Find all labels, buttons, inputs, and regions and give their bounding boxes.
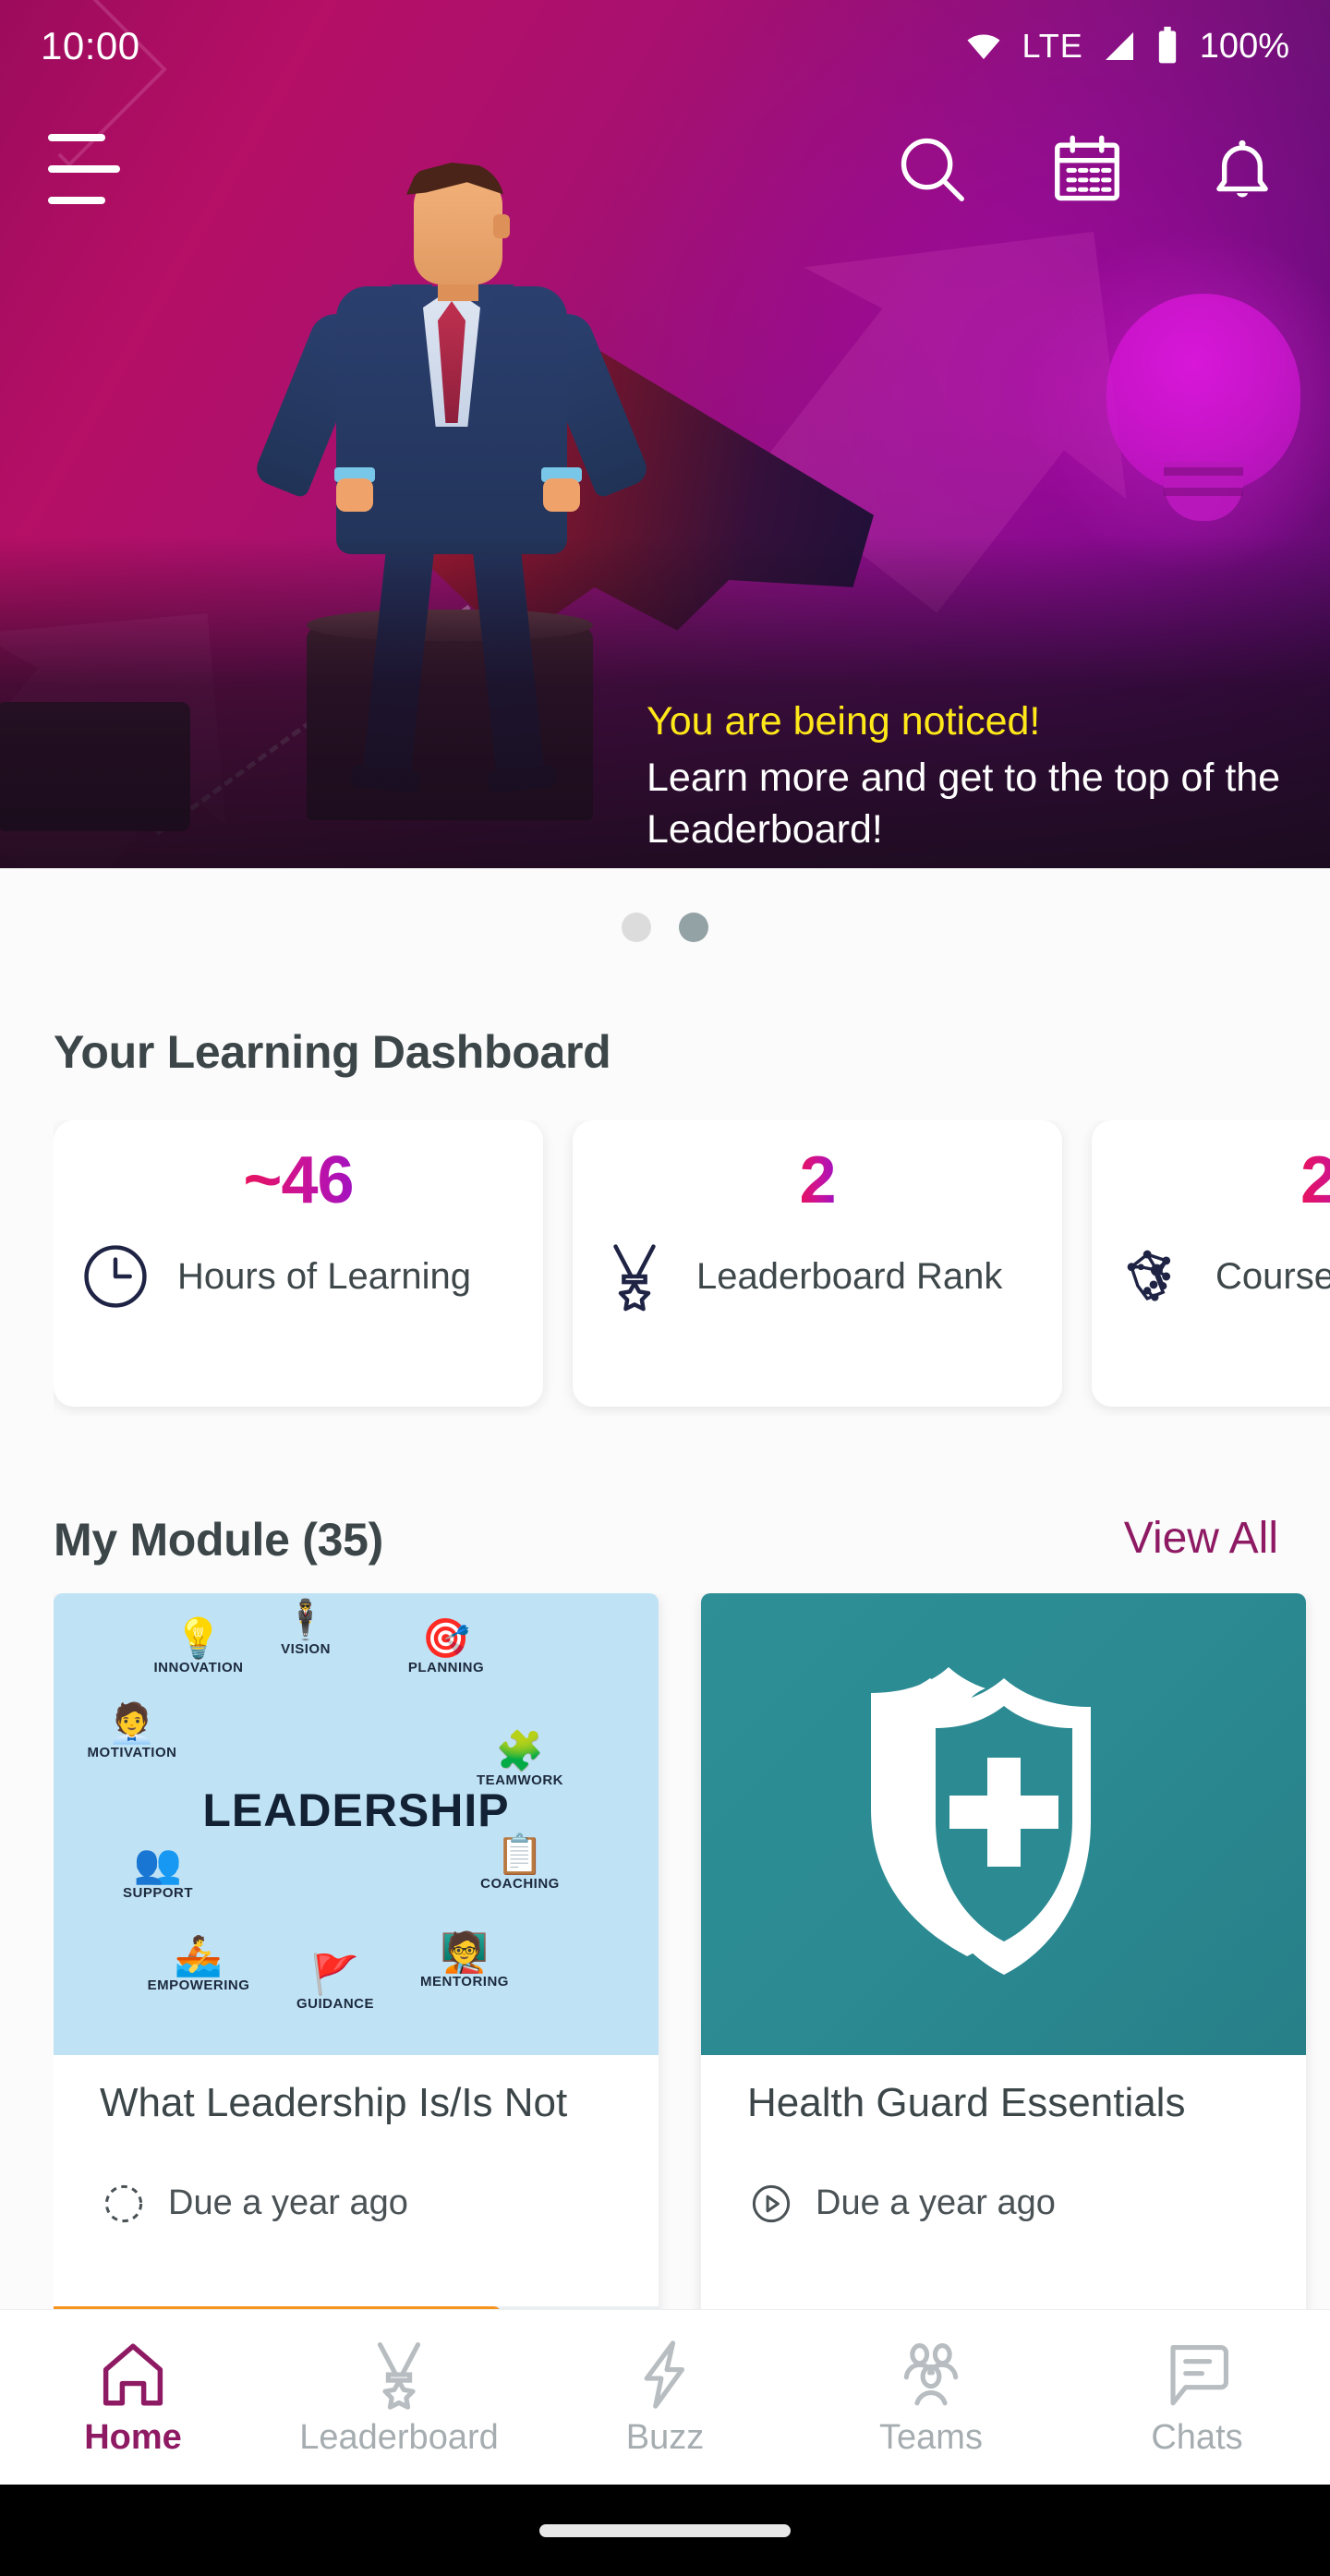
battery-icon	[1158, 26, 1176, 64]
medal-icon	[613, 1244, 656, 1312]
thumb-label: VISION	[281, 1641, 331, 1657]
thumb-center-label: LEADERSHIP	[202, 1784, 510, 1836]
wifi-icon	[967, 34, 1000, 60]
thumb-label: MOTIVATION	[87, 1745, 177, 1760]
megaphone-person-glyph: 🧑‍💼	[107, 1701, 157, 1745]
nav-label: Buzz	[625, 2418, 705, 2457]
module-title: What Leadership Is/Is Not	[100, 2080, 568, 2125]
module-title: Health Guard Essentials	[747, 2080, 1186, 2125]
nav-item-buzz[interactable]: Buzz	[536, 2337, 794, 2458]
chat-bubble-icon	[1170, 2345, 1228, 2406]
notification-bell-icon[interactable]	[1203, 129, 1282, 209]
stat-label: Hours of Learning	[177, 1256, 471, 1297]
telescope-person-glyph: 🕴	[281, 1598, 331, 1641]
calendar-icon[interactable]	[1047, 129, 1127, 209]
stat-card-rank[interactable]: 2 Leaderboard Rank	[573, 1120, 1062, 1407]
carousel-dot-1[interactable]	[622, 913, 651, 942]
stat-card-hours[interactable]: ~46 Hours of Learning	[54, 1120, 543, 1407]
walking-people-flag-glyph: 🚩	[310, 1953, 360, 1996]
thumb-label: TEAMWORK	[477, 1772, 563, 1788]
module-thumbnail-health-guard	[701, 1593, 1306, 2055]
stat-value: 2	[799, 1143, 836, 1217]
dashed-circle-icon	[104, 2184, 143, 2222]
bottom-navigation-bar: Home Leaderboard Buzz Teams Chats	[0, 2309, 1330, 2485]
hero-caption-title: You are being noticed!	[647, 699, 1041, 744]
module-due-text: Due a year ago	[816, 2183, 1056, 2223]
nav-item-home[interactable]: Home	[4, 2337, 262, 2458]
module-section-title: My Module (35)	[54, 1514, 383, 1566]
people-row-glyph: 👥	[133, 1842, 183, 1885]
dashboard-section-title: Your Learning Dashboard	[54, 1026, 611, 1078]
search-icon[interactable]	[892, 129, 972, 209]
app-bar	[0, 109, 1330, 229]
hamburger-menu-icon[interactable]	[48, 134, 120, 204]
thumb-label: EMPOWERING	[147, 1977, 250, 1993]
nav-item-leaderboard[interactable]: Leaderboard	[270, 2337, 528, 2458]
target-clipboard-glyph: 🎯	[421, 1616, 471, 1660]
status-bar: 10:00 LTE 100%	[0, 0, 1330, 92]
mentoring-glyph: 🧑‍🏫	[440, 1930, 490, 1974]
people-group-icon	[903, 2343, 959, 2406]
hero-caption: You are being noticed! Learn more and ge…	[647, 698, 1312, 856]
carousel-indicator[interactable]	[0, 913, 1330, 942]
nav-label: Chats	[1151, 2418, 1243, 2457]
thumb-label: COACHING	[480, 1876, 560, 1892]
module-carousel[interactable]: LEADERSHIP 💡 INNOVATION 🕴 VISION 🎯 PLANN…	[54, 1593, 1330, 2323]
carousel-dot-2[interactable]	[679, 913, 708, 942]
thumb-label: MENTORING	[420, 1974, 509, 1989]
puzzle-glyph: 🧩	[495, 1729, 545, 1772]
thumb-label: INNOVATION	[153, 1660, 244, 1675]
thumb-label: PLANNING	[407, 1660, 485, 1675]
lightning-bolt-icon	[644, 2340, 685, 2409]
home-icon	[103, 2343, 163, 2406]
stat-value: ~46	[243, 1143, 354, 1217]
view-all-link[interactable]: View All	[1124, 1513, 1278, 1564]
module-card[interactable]: LEADERSHIP 💡 INNOVATION 🕴 VISION 🎯 PLANN…	[54, 1593, 659, 2323]
network-nodes-icon	[1127, 1250, 1171, 1301]
stat-card-courses[interactable]: 24 Courses Enrolled	[1092, 1120, 1330, 1407]
nav-label: Home	[84, 2418, 182, 2457]
nav-label: Leaderboard	[299, 2418, 499, 2457]
module-card[interactable]: Health Guard Essentials Due a year ago	[701, 1593, 1306, 2323]
medal-icon	[377, 2341, 421, 2410]
rowing-boat-glyph: 🚣	[174, 1934, 224, 1977]
nav-label: Teams	[879, 2418, 983, 2457]
dashboard-stats-carousel[interactable]: ~46 Hours of Learning 2 Leaderboard Rank…	[54, 1120, 1330, 1416]
clock-icon	[84, 1245, 147, 1308]
module-thumbnail-leadership: LEADERSHIP 💡 INNOVATION 🕴 VISION 🎯 PLANN…	[54, 1593, 659, 2055]
play-circle-icon	[752, 2184, 791, 2222]
gesture-pill[interactable]	[539, 2523, 791, 2537]
battery-percent-label: 100%	[1199, 26, 1289, 66]
presenter-board-glyph: 📋	[495, 1832, 545, 1876]
status-indicators: LTE 100%	[962, 26, 1289, 67]
system-gesture-bar	[0, 2485, 1330, 2576]
hero-caption-subtitle: Learn more and get to the top of the Lea…	[647, 755, 1281, 852]
nav-item-teams[interactable]: Teams	[802, 2337, 1060, 2458]
thumb-label: GUIDANCE	[296, 1996, 374, 2012]
status-time: 10:00	[41, 24, 140, 67]
module-due-text: Due a year ago	[168, 2183, 408, 2223]
thumb-label: SUPPORT	[122, 1885, 193, 1901]
stat-label: Leaderboard Rank	[696, 1256, 1003, 1297]
nav-item-chats[interactable]: Chats	[1068, 2337, 1326, 2458]
stat-label: Courses Enrolled	[1215, 1256, 1330, 1297]
network-type-label: LTE	[1022, 27, 1083, 65]
shield-medical-cross-icon	[870, 1667, 1091, 1975]
stat-value: 24	[1300, 1143, 1330, 1218]
signal-bars-icon	[1105, 32, 1133, 60]
